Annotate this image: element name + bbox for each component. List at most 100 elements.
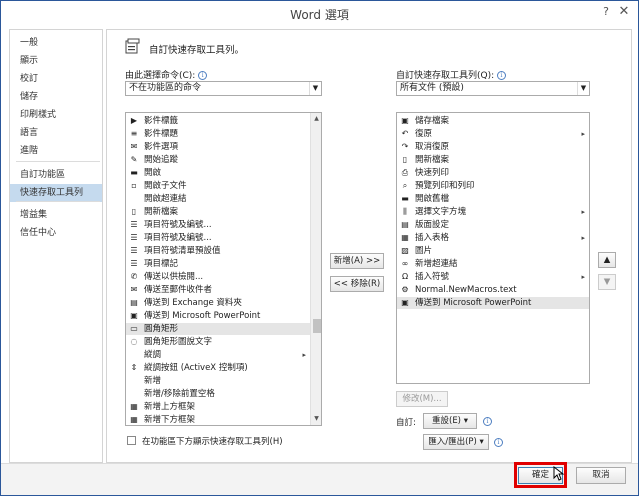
list-item[interactable]: ↷ 取消復原 [397,141,589,153]
list-item[interactable]: ▣ 儲存檔案 [397,115,589,127]
close-icon[interactable]: ✕ [615,4,633,20]
list-item[interactable]: ▦ 插入表格 ▸ [397,232,589,244]
sidebar-item[interactable]: 語言 [10,124,102,142]
list-item[interactable]: ▯ 開新檔案 [397,154,589,166]
list-item[interactable]: ▣ 傳送到 Microsoft PowerPoint [397,297,589,309]
info-icon[interactable]: i [198,71,208,80]
list-item[interactable]: ⚙ Normal.NewMacros.text [397,284,589,296]
list-item-label: 縱調按鈕 (ActiveX 控制項) [144,363,248,373]
list-item[interactable]: ≡ 影件標題 [126,128,310,140]
scroll-down-icon[interactable]: ▼ [311,413,321,425]
list-item-label: 影件標題 [144,129,179,139]
list-item[interactable]: ☰ 項目符號及編號... [126,232,310,244]
picture-icon: ▨ [401,246,409,255]
list-item[interactable]: Ω 插入符號 ▸ [397,271,589,283]
list-item[interactable]: ▯ 開新檔案 [126,206,310,218]
list-item[interactable]: ↶ 復原 ▸ [397,128,589,140]
move-down-button[interactable]: ▼ [598,274,616,290]
list-item[interactable]: 新增 [126,375,310,387]
move-up-button[interactable]: ▲ [598,252,616,268]
sidebar-divider [16,161,100,162]
submenu-arrow-icon: ▸ [302,351,306,359]
list-icon: ☰ [130,220,138,229]
info-icon[interactable]: i [494,438,503,447]
list-item[interactable]: ✆ 傳送以供檢閱... [126,271,310,283]
sidebar-item[interactable]: 增益集 [10,206,102,224]
scroll-up-icon[interactable]: ▲ [311,113,321,125]
list-item[interactable]: ▨ 圖片 [397,245,589,257]
list-item[interactable]: ∞ 新增超連結 [397,258,589,270]
list-item[interactable]: ▫ 開啟子文件 [126,180,310,192]
list-item-label: 開啟超連結 [144,194,187,204]
sidebar-item[interactable]: 進階 [10,142,102,160]
list-item[interactable]: ▬ 開啟 [126,167,310,179]
submenu-arrow-icon: ▸ [581,130,585,138]
available-commands-list[interactable]: ▦ 新增下方框架 ▦ 新增上方框架 新增/移除前置空格 新增 ⇕ 縱調按鈕 (ActiveX … [125,112,322,426]
sidebar-item[interactable]: 顯示 [10,52,102,70]
list-item[interactable]: ⌕ 預覽列印和列印 [397,180,589,192]
list-item[interactable]: ☰ 項目標記 [126,258,310,270]
list-item[interactable]: ▤ 傳送到 Exchange 資料夾 [126,297,310,309]
scroll-thumb[interactable] [313,319,321,333]
list-item[interactable]: ✎ 開始追蹤 [126,154,310,166]
add-button[interactable]: 新增(A) >> [330,253,384,269]
list-item[interactable]: ✉ 影件選項 [126,141,310,153]
list-item[interactable]: 縱調 ▸ [126,349,310,361]
sidebar-item[interactable]: 信任中心 [10,224,102,242]
list-item-label: 傳送以供檢閱... [144,272,204,282]
show-below-ribbon-checkbox[interactable] [127,436,136,445]
remove-button[interactable]: << 移除(R) [330,276,384,292]
list-item[interactable]: ✉ 傳送至郵件收件者 [126,284,310,296]
left-list-scrollbar[interactable]: ▲ ▼ [310,113,321,425]
info-icon[interactable]: i [483,417,492,426]
exchange-icon: ▤ [130,298,138,307]
cancel-button[interactable]: 取消 [576,467,626,484]
list-item-label: 縱調 [144,350,162,360]
options-sidebar: 一般 顯示 校訂 儲存 印刷樣式 語言 進階自訂功能區 快速存取工具列 增益集 信任中心 [9,29,103,463]
flag-icon: ▶ [130,116,138,125]
reset-button[interactable]: 重設(E) ▾ [423,413,477,429]
list-icon: ☰ [130,246,138,255]
sidebar-item[interactable]: 自訂功能區 [10,166,102,184]
dialog-title: Word 選項 [290,8,349,22]
list-icon: ☰ [130,259,138,268]
info-icon[interactable]: i [497,71,507,80]
list-item[interactable]: ▦ 新增下方框架 [126,414,310,425]
sidebar-item[interactable]: 校訂 [10,70,102,88]
sidebar-item[interactable]: 一般 [10,34,102,52]
word-options-dialog: Word 選項 ? ✕ 一般 顯示 校訂 儲存 印刷樣式 語言 進階自訂功能區 快速存取工具列… [0,0,639,496]
sidebar-item[interactable]: 儲存 [10,88,102,106]
link-icon [129,194,139,204]
help-icon[interactable]: ? [597,4,615,20]
list-item[interactable]: 新增/移除前置空格 [126,388,310,400]
list-item-label: 開新檔案 [415,155,450,165]
redo-icon: ↷ [401,142,409,151]
modify-button[interactable]: 修改(M)... [396,391,448,407]
list-item[interactable]: ▭ 圓角矩形 [126,323,310,335]
list-item-label: 傳送到 Microsoft PowerPoint [144,311,261,321]
qat-commands-list[interactable]: ▣ 傳送到 Microsoft PowerPoint ⚙ Normal.NewMacr… [396,112,590,384]
list-item-label: 開啟舊檔 [415,194,450,204]
list-item[interactable]: ◌ 圓角矩形圖說文字 [126,336,310,348]
sidebar-item[interactable]: 印刷樣式 [10,106,102,124]
list-item[interactable]: ▶ 影件標籤 [126,115,310,127]
list-item[interactable]: ☰ 項目符號清單預設值 [126,245,310,257]
list-item[interactable]: 開啟超連結 [126,193,310,205]
list-item[interactable]: ▬ 開啟舊檔 [397,193,589,205]
sidebar-item[interactable]: 快速存取工具列 [10,184,102,202]
customize-qat-select[interactable]: 所有文件 (預設) ▼ [396,81,590,96]
save-icon: ▣ [401,116,409,125]
list-item[interactable]: ▣ 傳送到 Microsoft PowerPoint [126,310,310,322]
list-item[interactable]: ▦ 新增上方框架 [126,401,310,413]
list-item[interactable]: ⇕ 縱調按鈕 (ActiveX 控制項) [126,362,310,374]
blank-icon [129,389,139,399]
customize-qat-label: 自訂快速存取工具列(Q): i [396,68,507,81]
choose-commands-select[interactable]: 不在功能區的命令 ▼ [125,81,322,96]
list-item-label: 插入符號 [415,272,450,282]
list-item[interactable]: ▤ 版面設定 [397,219,589,231]
list-item[interactable]: ⫼ 選擇文字方塊 ▸ [397,206,589,218]
import-export-button[interactable]: 匯入/匯出(P) ▾ [423,434,489,450]
list-item[interactable]: ⎙ 快速列印 [397,167,589,179]
list-item[interactable]: ☰ 項目符號及編號... [126,219,310,231]
macro-icon: ⚙ [401,285,409,294]
